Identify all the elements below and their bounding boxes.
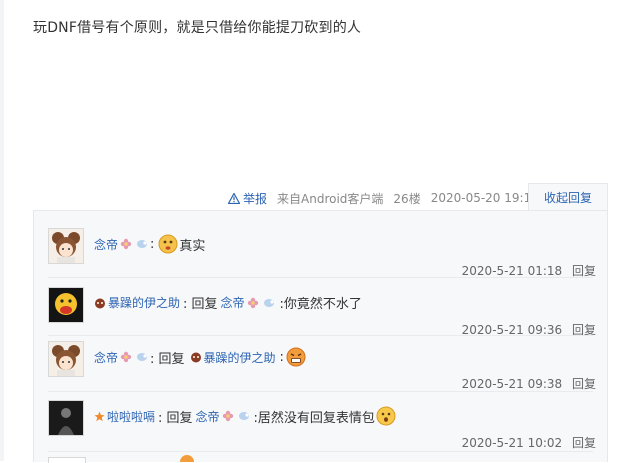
- reply-item: 暴躁的伊之助 : 回复 念帝 :你竟然不水了 2020-5-21 09:36 回…: [48, 287, 596, 337]
- reply-button[interactable]: 回复: [572, 436, 596, 450]
- reply-item: 念帝 : 真实 2020-5-21 01:18 回复: [48, 228, 596, 278]
- reply-footer: 2020-5-21 09:38 回复: [462, 375, 596, 392]
- avatar-girl-icon: [49, 229, 83, 263]
- reply-target-username[interactable]: 念帝: [221, 294, 245, 311]
- reply-line: 念帝 : 回复 暴躁的伊之助 :: [94, 347, 306, 367]
- reply-text: :: [279, 349, 284, 365]
- reply-text: :你竟然不水了: [279, 297, 362, 312]
- divider: [48, 335, 593, 336]
- reply-text: :居然没有回复表情包: [253, 410, 375, 426]
- reply-line: 暴躁的伊之助 : 回复 念帝 :你竟然不水了: [94, 293, 362, 312]
- sheep-icon: [238, 412, 249, 420]
- avatar-silhouette-icon: [49, 401, 83, 435]
- warning-icon: [228, 192, 240, 204]
- demon-icon: [95, 298, 105, 308]
- divider: [48, 451, 593, 452]
- reply-line: 念帝 : 真实: [94, 234, 205, 254]
- reply-username[interactable]: 念帝: [94, 236, 118, 253]
- reply-time: 2020-5-21 01:18: [461, 264, 563, 278]
- reply-username[interactable]: 念帝: [94, 349, 118, 366]
- reply-item: 念帝 : 回复 暴躁的伊之助 : 2020-5-21 09:38 回复: [48, 341, 596, 392]
- reply-prefix: : 回复: [158, 410, 193, 426]
- floor-number: 26楼: [393, 191, 421, 206]
- emoji-face-icon: [376, 406, 396, 426]
- reply-prefix: : 回复: [183, 297, 218, 312]
- reply-time: 2020-5-21 10:02: [461, 436, 563, 450]
- flower-icon: [247, 297, 258, 308]
- reply-target-username[interactable]: 念帝: [196, 408, 220, 425]
- avatar[interactable]: [48, 341, 84, 377]
- reply-separator: :: [150, 236, 155, 252]
- left-edge-strip: [0, 0, 4, 461]
- divider: [48, 391, 593, 392]
- avatar[interactable]: [48, 287, 84, 323]
- avatar[interactable]: [48, 228, 84, 264]
- reply-button[interactable]: 回复: [572, 377, 596, 391]
- avatar[interactable]: [48, 400, 84, 436]
- reply-username[interactable]: 啦啦啦嗝: [107, 408, 155, 425]
- flower-icon: [120, 351, 132, 363]
- sheep-icon: [137, 353, 148, 361]
- reply-time: 2020-5-21 09:38: [461, 377, 563, 391]
- post-time: 2020-05-20 19:17: [430, 191, 539, 205]
- reply-item: 啦啦啦嗝 : 回复 念帝 :居然没有回复表情包 2020-5-21 10:02 …: [48, 400, 596, 451]
- divider: [48, 277, 593, 278]
- emoji-face-icon: [158, 234, 178, 254]
- avatar-emoji-icon: [49, 288, 83, 322]
- flower-icon: [222, 410, 233, 422]
- collapse-replies-button[interactable]: 收起回复: [528, 183, 608, 211]
- post-content: 玩DNF借号有个原则，就是只借给你能提刀砍到的人: [33, 20, 362, 36]
- reply-line: 啦啦啦嗝 : 回复 念帝 :居然没有回复表情包: [94, 406, 396, 426]
- client-source: 来自Android客户端: [277, 191, 384, 206]
- reply-panel: 念帝 : 真实 2020-5-21 01:18 回复 暴躁的伊之助: 回复 念…: [33, 210, 608, 463]
- post-meta: 举报 来自Android客户端 26楼 2020-05-20 19:17: [228, 190, 539, 206]
- report-label[interactable]: 举报: [243, 190, 267, 207]
- avatar-girl-icon: [49, 342, 83, 376]
- reply-text: 真实: [179, 238, 206, 254]
- reply-footer: 2020-5-21 10:02 回复: [462, 434, 596, 451]
- reply-prefix: : 回复: [150, 351, 185, 367]
- next-reply-avatar-partial: [48, 457, 86, 463]
- emoji-face-icon: [286, 347, 306, 367]
- reply-button[interactable]: 回复: [572, 264, 596, 278]
- sheep-icon: [263, 298, 274, 307]
- reply-username[interactable]: 暴躁的伊之助: [108, 294, 180, 311]
- demon-icon: [190, 352, 201, 363]
- star-icon: [94, 411, 105, 421]
- reply-target-username[interactable]: 暴躁的伊之助: [204, 349, 276, 366]
- report-link[interactable]: 举报: [228, 190, 267, 207]
- flower-icon: [120, 238, 132, 250]
- sheep-icon: [137, 240, 148, 248]
